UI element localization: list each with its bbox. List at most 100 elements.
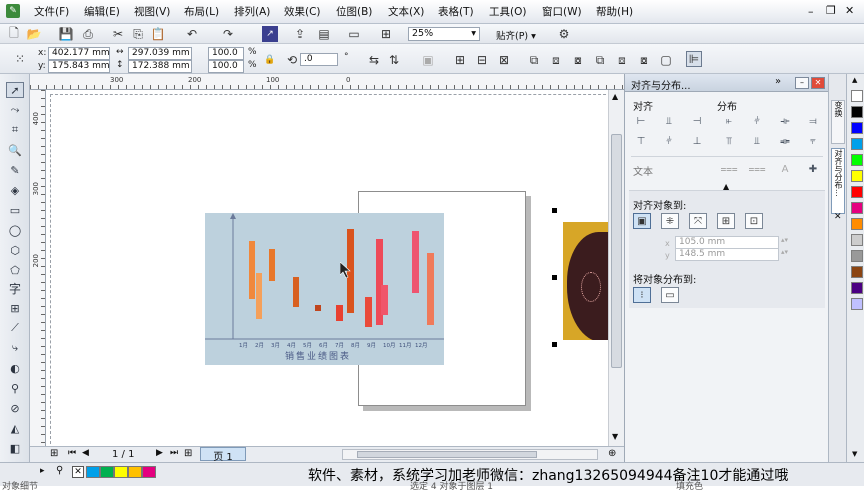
redo-icon[interactable]: ↷ [220,26,236,42]
publish-pdf-icon[interactable]: ▤ [316,26,332,42]
menu-table[interactable]: 表格(T) [438,4,474,19]
color-swatch[interactable] [851,250,863,262]
interactive-fill-icon[interactable]: ◧ [6,440,24,456]
distribute-top-icon[interactable]: ⫪ [721,134,737,148]
distribute-center-h-icon[interactable]: ⫩ [749,114,765,128]
application-launcher-icon[interactable]: ▭ [346,26,362,42]
docker-close-button[interactable]: ✕ [811,77,825,89]
status-play-icon[interactable]: ▸ [40,466,45,476]
selection-handle[interactable] [552,342,557,347]
align-to-page-edge-icon[interactable]: ⁜ [661,213,679,229]
distribute-to-page-icon[interactable]: ▭ [661,287,679,303]
color-swatch[interactable] [851,122,863,134]
status-eyedropper-icon[interactable]: ⚲ [56,465,63,476]
color-swatch[interactable] [851,298,863,310]
options-icon[interactable]: ⚙ [556,26,572,42]
y-position-field[interactable]: 175.843 mm [48,60,110,73]
distribute-center-v-icon[interactable]: ⫫ [749,134,765,148]
recent-color-swatch[interactable] [86,466,100,478]
recent-color-swatch[interactable] [114,466,128,478]
combine-icon[interactable]: ▣ [420,52,436,68]
color-swatch[interactable] [851,138,863,150]
mirror-horizontal-icon[interactable]: ⇆ [366,52,382,68]
menu-view[interactable]: 视图(V) [134,4,170,19]
copy-icon[interactable]: ⎘ [130,26,146,42]
align-to-grid-icon[interactable]: ⊞ [717,213,735,229]
basic-shapes-icon[interactable]: ⬠ [6,262,24,278]
add-page-icon[interactable]: ⊞ [50,448,58,459]
outline-tool-icon[interactable]: ⊘ [6,400,24,416]
horizontal-scrollbar[interactable] [342,449,598,460]
scale-y-field[interactable]: 100.0 [208,60,244,73]
front-minus-back-icon[interactable]: ⧈ [614,52,630,68]
group-icon[interactable]: ⊞ [452,52,468,68]
minimize-icon[interactable]: – [808,5,814,18]
sales-chart[interactable]: 1月 2月 3月 4月 5月 6月 7月 8月 9月 10月 11月 12月 销售业绩图表 [205,213,444,365]
align-to-point-icon[interactable]: ⊡ [745,213,763,229]
ungroup-icon[interactable]: ⊟ [474,52,490,68]
align-top-icon[interactable]: ⊤ [633,134,649,148]
connector-tool-icon[interactable]: ⤷ [6,340,24,356]
shape-tool-icon[interactable]: ⤳ [6,102,24,118]
welcome-icon[interactable]: ⊞ [378,26,394,42]
fill-tool-icon[interactable]: ◭ [6,420,24,436]
vertical-scrollbar[interactable]: ▲ ▼ [608,90,624,446]
paste-icon[interactable]: 📋 [150,26,166,42]
restore-icon[interactable]: ❐ [826,4,836,17]
align-right-icon[interactable]: ⊣ [689,114,705,128]
collapse-docker-icon[interactable]: » [775,76,781,87]
recent-color-swatch[interactable] [100,466,114,478]
export-icon[interactable]: ⇪ [292,26,308,42]
ellipse-tool-icon[interactable]: ◯ [6,222,24,238]
no-fill-swatch[interactable]: ✕ [72,466,84,478]
new-doc-icon[interactable]: 🗋 [6,26,22,42]
distribute-left-icon[interactable]: ⫦ [721,114,737,128]
vertical-ruler[interactable]: 400 300 200 [30,90,46,446]
lock-ratio-icon[interactable]: 🔒 [262,52,278,68]
menu-arrange[interactable]: 排列(A) [234,4,270,19]
color-swatch[interactable] [851,106,863,118]
pick-tool-icon[interactable]: ➚ [6,82,24,98]
create-boundary-icon[interactable]: ▢ [658,52,674,68]
scale-x-field[interactable]: 100.0 [208,47,244,60]
undo-icon[interactable]: ↶ [184,26,200,42]
color-swatch[interactable] [851,186,863,198]
rectangle-tool-icon[interactable]: ▭ [6,202,24,218]
import-icon[interactable]: ↗ [262,26,278,42]
recent-color-swatch[interactable] [128,466,142,478]
clipart-image[interactable] [563,222,608,340]
palette-scroll-down-icon[interactable]: ▼ [852,450,857,458]
dimension-tool-icon[interactable]: ⟋ [6,320,24,336]
selection-handle[interactable] [552,208,557,213]
polygon-tool-icon[interactable]: ⬡ [6,242,24,258]
hscroll-thumb[interactable] [357,451,537,458]
close-icon[interactable]: ✕ [845,4,854,17]
align-center-h-icon[interactable]: ⫫ [661,114,677,128]
rotation-icon[interactable]: ⟲ [284,52,300,68]
menu-effects[interactable]: 效果(C) [284,4,321,19]
color-swatch[interactable] [851,90,863,102]
color-swatch[interactable] [851,170,863,182]
eyedropper-tool-icon[interactable]: ⚲ [6,380,24,396]
print-icon[interactable]: ⎙ [80,26,96,42]
docker-minimize-button[interactable]: – [795,77,809,89]
text-align-outline-icon[interactable]: ✚ [805,162,821,176]
menu-bitmap[interactable]: 位图(B) [336,4,372,19]
zoom-select[interactable]: 25% ▾ [408,27,480,41]
color-swatch[interactable] [851,282,863,294]
menu-tools[interactable]: 工具(O) [489,4,526,19]
color-swatch[interactable] [851,154,863,166]
text-align-bbox-icon[interactable]: A [777,162,793,176]
drawing-canvas[interactable]: 1月 2月 3月 4月 5月 6月 7月 8月 9月 10月 11月 12月 销售业绩图表 [46,90,624,446]
ungroup-all-icon[interactable]: ⊠ [496,52,512,68]
docker-tabs-close-icon[interactable]: ✕ [834,212,842,222]
next-page-icon[interactable]: ▶ [156,448,163,458]
text-align-first-line-icon[interactable]: ⩶ [720,162,737,176]
mirror-vertical-icon[interactable]: ⇅ [386,52,402,68]
cut-icon[interactable]: ✂ [110,26,126,42]
weld-icon[interactable]: ⧉ [526,52,542,68]
crop-tool-icon[interactable]: ⌗ [6,122,24,138]
distribute-right-icon[interactable]: ⫤ [805,114,821,128]
menu-help[interactable]: 帮助(H) [596,4,633,19]
distribute-to-selection-icon[interactable]: ⁝ [633,287,651,303]
